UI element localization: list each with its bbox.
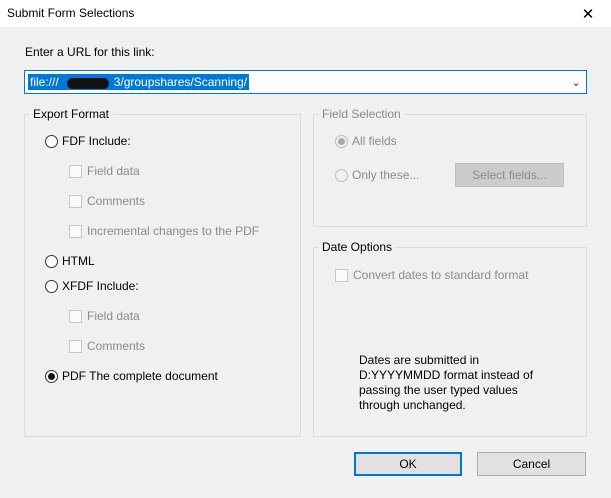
note-line: D:YYYYMMDD format instead of [359, 368, 534, 382]
close-button[interactable]: ✕ [565, 0, 611, 27]
checkbox-fdf-incremental[interactable]: Incremental changes to the PDF [69, 224, 259, 238]
radio-xfdf-label: XFDF Include: [62, 279, 139, 293]
radio-html[interactable]: HTML [45, 254, 95, 268]
window-title: Submit Form Selections [7, 6, 135, 20]
radio-selected-dot [338, 137, 345, 145]
checkbox-convert-dates[interactable]: Convert dates to standard format [335, 268, 528, 282]
radio-only-these-label: Only these... [352, 168, 420, 182]
radio-only-these[interactable]: Only these... [335, 168, 419, 182]
checkbox-box [335, 268, 348, 282]
chevron-down-icon[interactable]: ⌄ [570, 74, 582, 90]
url-label: Enter a URL for this link: [25, 45, 155, 59]
radio-fdf-label: FDF Include: [62, 134, 131, 148]
select-fields-button[interactable]: Select fields... [455, 163, 564, 187]
field-selection-title: Field Selection [318, 107, 405, 121]
checkbox-box [69, 164, 82, 178]
radio-html-label: HTML [62, 254, 95, 268]
close-icon: ✕ [581, 5, 595, 23]
checkbox-label: Field data [87, 309, 140, 323]
radio-pdf-circle [45, 369, 58, 383]
radio-only-these-circle [335, 168, 348, 182]
note-line: through unchanged. [359, 398, 466, 412]
checkbox-label: Comments [87, 194, 146, 208]
checkbox-xfdf-comments[interactable]: Comments [69, 339, 145, 353]
cancel-button[interactable]: Cancel [477, 452, 586, 476]
redaction-mark [67, 78, 109, 89]
checkbox-fdf-field-data[interactable]: Field data [69, 164, 140, 178]
radio-all-fields-label: All fields [352, 134, 397, 148]
radio-pdf-label: PDF The complete document [62, 369, 218, 383]
checkbox-box [69, 339, 82, 353]
radio-html-circle [45, 254, 58, 268]
url-prefix: file:/// [30, 75, 59, 89]
radio-selected-dot [48, 372, 55, 380]
radio-pdf[interactable]: PDF The complete document [45, 369, 218, 383]
radio-xfdf[interactable]: XFDF Include: [45, 279, 139, 293]
export-format-group: Export Format [24, 107, 301, 437]
url-selected-text[interactable]: file:/// 3/groupshares/Scanning/ [28, 74, 250, 90]
checkbox-box [69, 309, 82, 323]
checkbox-label: Incremental changes to the PDF [87, 224, 260, 238]
checkbox-xfdf-field-data[interactable]: Field data [69, 309, 140, 323]
title-bar: Submit Form Selections ✕ [0, 0, 611, 27]
checkbox-label: Convert dates to standard format [353, 268, 529, 282]
checkbox-box [69, 224, 82, 238]
note-line: passing the user typed values [359, 383, 518, 397]
checkbox-box [69, 194, 82, 208]
url-suffix: 3/groupshares/Scanning/ [113, 75, 248, 89]
checkbox-label: Comments [87, 339, 146, 353]
date-options-title: Date Options [318, 240, 397, 254]
radio-all-fields-circle [335, 134, 348, 148]
ok-button[interactable]: OK [354, 452, 462, 476]
date-options-note: Dates are submitted in D:YYYYMMDD format… [359, 353, 559, 413]
checkbox-label: Field data [87, 164, 140, 178]
export-format-title: Export Format [29, 107, 114, 121]
radio-all-fields[interactable]: All fields [335, 134, 397, 148]
radio-xfdf-circle [45, 279, 58, 293]
note-line: Dates are submitted in [359, 353, 480, 367]
url-combobox[interactable]: file:/// 3/groupshares/Scanning/ ⌄ [24, 70, 587, 94]
radio-fdf[interactable]: FDF Include: [45, 134, 131, 148]
radio-fdf-circle [45, 134, 58, 148]
checkbox-fdf-comments[interactable]: Comments [69, 194, 145, 208]
